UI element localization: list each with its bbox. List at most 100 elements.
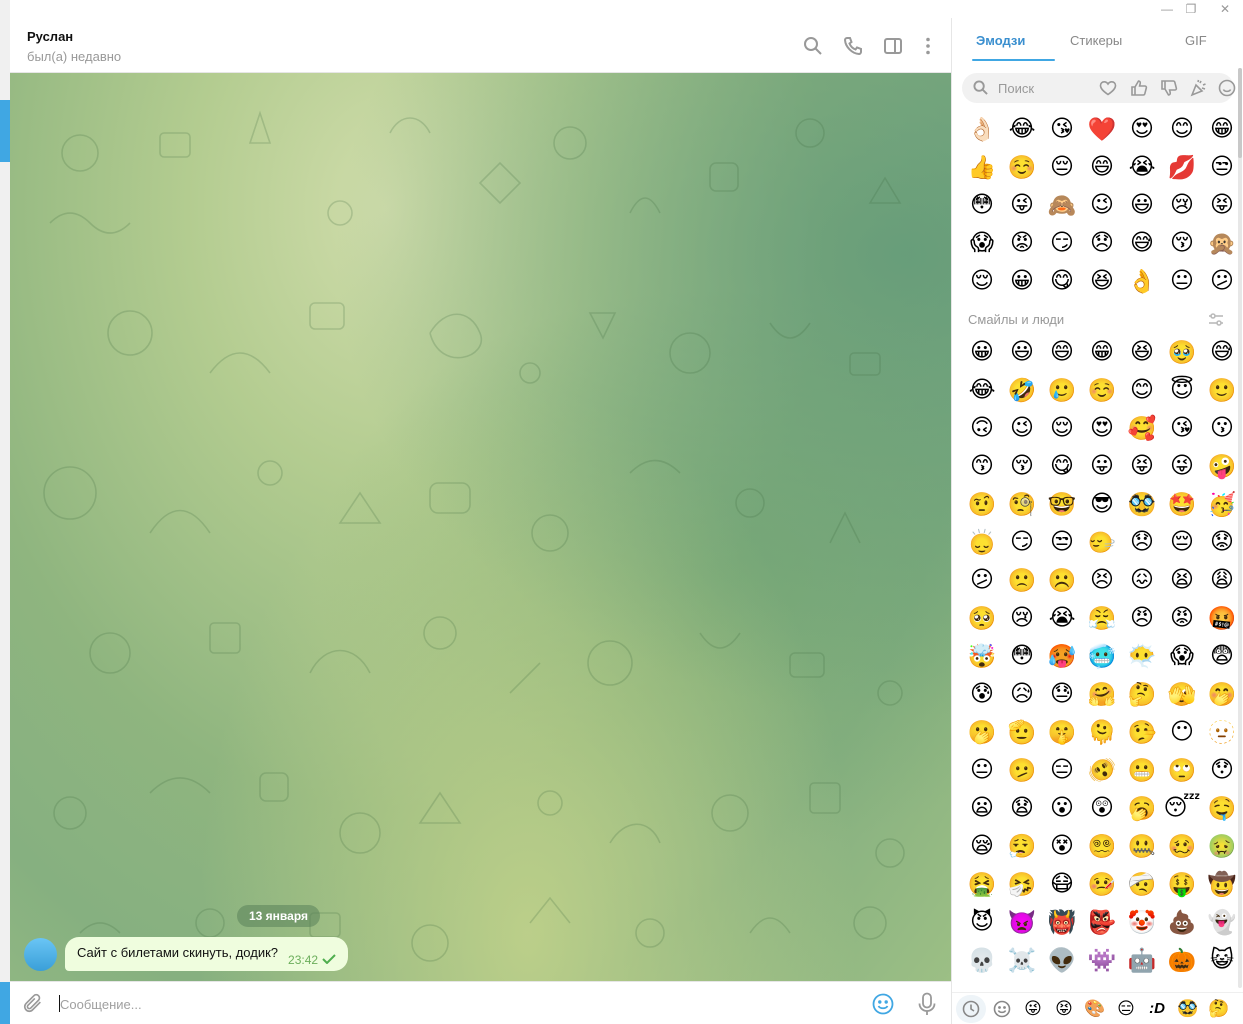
recent-icon[interactable] (956, 994, 986, 1023)
recent-emoji[interactable]: 👍 (962, 148, 1002, 186)
category-emoji-3[interactable]: 🎨 (1080, 995, 1110, 1023)
emoji-search-input[interactable] (998, 79, 1098, 97)
chat-header[interactable]: Руслан был(а) недавно (10, 18, 951, 73)
smiley-emoji[interactable]: 🙁 (1002, 561, 1042, 599)
recent-emoji[interactable]: 😚 (1162, 224, 1202, 262)
smiley-emoji[interactable]: 😛 (1082, 447, 1122, 485)
recent-emoji[interactable]: 😃 (1122, 186, 1162, 224)
smiley-emoji[interactable]: 🤫 (1042, 713, 1082, 751)
smiley-emoji[interactable]: 😵‍💫 (1082, 827, 1122, 865)
smiley-emoji[interactable]: 😎 (1082, 485, 1122, 523)
smiley-emoji[interactable]: 😉 (1002, 409, 1042, 447)
smiley-emoji[interactable]: ☹️ (1042, 561, 1082, 599)
smiley-emoji[interactable]: 🫢 (962, 713, 1002, 751)
emoji-category-icon[interactable] (1218, 79, 1236, 97)
recent-emoji[interactable]: 😍 (1122, 110, 1162, 148)
smiley-emoji[interactable]: 😠 (1122, 599, 1162, 637)
smiley-emoji[interactable]: 😟 (1202, 523, 1242, 561)
smiley-emoji[interactable]: 😡 (1162, 599, 1202, 637)
thumbs-up-icon[interactable] (1130, 79, 1148, 97)
smiley-emoji[interactable]: 🫠 (1082, 713, 1122, 751)
smiley-emoji[interactable]: 🤑 (1162, 865, 1202, 903)
message-input[interactable] (60, 993, 840, 1015)
recent-emoji[interactable]: 😐 (1162, 262, 1202, 300)
smiley-emoji[interactable]: 😍 (1082, 409, 1122, 447)
settings-sliders-icon[interactable] (1208, 312, 1226, 330)
smiley-emoji[interactable]: 👺 (1082, 903, 1122, 941)
smiley-emoji[interactable]: 🤗 (1082, 675, 1122, 713)
recent-emoji[interactable]: 👌 (1122, 262, 1162, 300)
smiley-emoji[interactable]: 😩 (1202, 561, 1242, 599)
smiley-emoji[interactable]: 😜 (1162, 447, 1202, 485)
smiley-emoji[interactable]: 🤔 (1122, 675, 1162, 713)
smiley-emoji[interactable]: 😢 (1002, 599, 1042, 637)
smiley-emoji[interactable]: 🥲 (1042, 371, 1082, 409)
smiley-emoji[interactable]: 😀 (962, 333, 1002, 371)
smiley-emoji[interactable]: 😬 (1122, 751, 1162, 789)
emoji-search[interactable] (962, 73, 1236, 103)
attach-icon[interactable] (22, 992, 46, 1016)
avatar[interactable] (24, 938, 57, 971)
smiley-emoji[interactable]: 😲 (1082, 789, 1122, 827)
recent-emoji[interactable]: 😡 (1002, 224, 1042, 262)
heart-icon[interactable] (1099, 79, 1117, 97)
category-emoji-4[interactable]: 😑 (1111, 995, 1141, 1023)
smiley-emoji[interactable]: 🤣 (1002, 371, 1042, 409)
smiley-emoji[interactable]: 🙂 (1202, 371, 1242, 409)
smiley-emoji[interactable]: 😖 (1122, 561, 1162, 599)
smiley-emoji[interactable]: 🤡 (1122, 903, 1162, 941)
recent-emoji[interactable]: 😘 (1042, 110, 1082, 148)
smiley-emoji[interactable]: 🫡 (1002, 713, 1042, 751)
smiley-emoji[interactable]: 🙂‍↕️ (962, 523, 1002, 561)
recent-emoji[interactable]: 😏 (1042, 224, 1082, 262)
thumbs-down-icon[interactable] (1160, 79, 1178, 97)
recent-emoji[interactable]: 💋 (1162, 148, 1202, 186)
search-icon[interactable] (800, 33, 826, 59)
smiley-emoji[interactable]: 👾 (1082, 941, 1122, 979)
smiley-emoji[interactable]: 😺 (1202, 941, 1242, 979)
smiley-emoji[interactable]: 😘 (1162, 409, 1202, 447)
smiley-emoji[interactable]: 🤢 (1202, 827, 1242, 865)
recent-emoji[interactable]: 😭 (1122, 148, 1162, 186)
more-menu-icon[interactable] (915, 33, 941, 59)
smiley-emoji[interactable]: 😭 (1042, 599, 1082, 637)
category-emoji-1[interactable]: 😜 (1018, 995, 1048, 1023)
smiley-emoji[interactable]: 🥺 (962, 599, 1002, 637)
smiley-emoji[interactable]: 😗 (1202, 409, 1242, 447)
message-bubble[interactable]: Сайт с билетами скинуть, додик? 23:42 (65, 937, 349, 971)
smiley-emoji[interactable]: 😁 (1082, 333, 1122, 371)
smiley-emoji[interactable]: 🤤 (1202, 789, 1242, 827)
smiley-emoji[interactable]: 🤓 (1042, 485, 1082, 523)
smiley-emoji[interactable]: 👻 (1202, 903, 1242, 941)
smiley-emoji[interactable]: 🥴 (1162, 827, 1202, 865)
recent-emoji[interactable]: 😔 (1042, 148, 1082, 186)
smiley-emoji[interactable]: 🫥 (1202, 713, 1242, 751)
category-emoji-2[interactable]: 😝 (1049, 995, 1079, 1023)
smiley-emoji[interactable]: 😪 (962, 827, 1002, 865)
smiley-emoji[interactable]: 😶 (1162, 713, 1202, 751)
smiley-emoji[interactable]: 😱 (1162, 637, 1202, 675)
smiley-emoji[interactable]: 🤯 (962, 637, 1002, 675)
smiley-emoji[interactable]: 😷 (1042, 865, 1082, 903)
recent-emoji[interactable]: 😱 (962, 224, 1002, 262)
smiley-emoji[interactable]: 😏 (1002, 523, 1042, 561)
recent-emoji[interactable]: 🙈 (1042, 186, 1082, 224)
smiley-emoji[interactable]: 🤨 (962, 485, 1002, 523)
smiley-emoji[interactable]: 🤒 (1082, 865, 1122, 903)
restore-button[interactable]: ❐ (1176, 0, 1206, 18)
smiley-emoji[interactable]: 🥶 (1082, 637, 1122, 675)
recent-emoji[interactable]: 😝 (1202, 186, 1242, 224)
smiley-emoji[interactable]: 😈 (962, 903, 1002, 941)
sidebar-toggle-icon[interactable] (880, 33, 906, 59)
recent-emoji[interactable]: 👌🏻 (962, 110, 1002, 148)
smiley-emoji[interactable]: 👿 (1002, 903, 1042, 941)
smiley-emoji[interactable]: 🧐 (1002, 485, 1042, 523)
smiley-emoji[interactable]: 😙 (962, 447, 1002, 485)
smiley-emoji[interactable]: 🥱 (1122, 789, 1162, 827)
recent-emoji[interactable]: 😕 (1202, 262, 1242, 300)
smiley-emoji[interactable]: 😮 (1042, 789, 1082, 827)
smiley-emoji[interactable]: 💩 (1162, 903, 1202, 941)
smiley-emoji[interactable]: 🤩 (1162, 485, 1202, 523)
recent-emoji[interactable]: 😜 (1002, 186, 1042, 224)
smiley-emoji[interactable]: 😳 (1002, 637, 1042, 675)
